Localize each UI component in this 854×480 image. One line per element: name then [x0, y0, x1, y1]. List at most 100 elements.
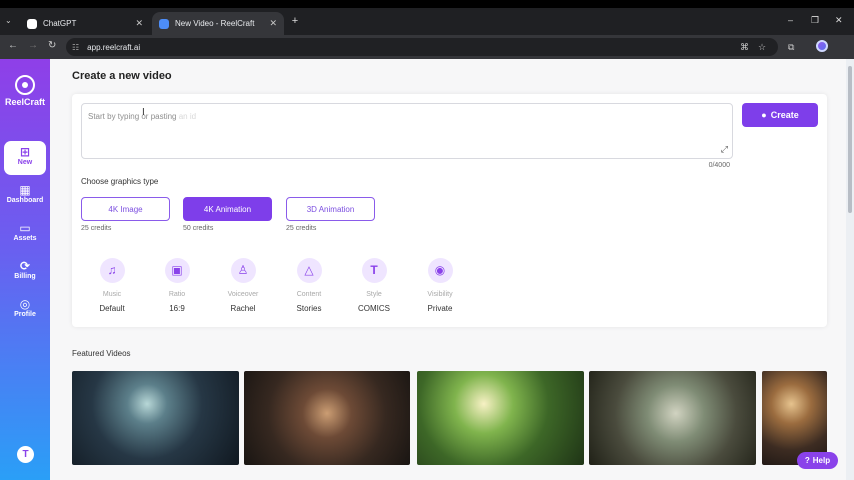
create-video-card: Start by typing or pasting an id I ⤢ ● C… — [72, 94, 827, 327]
graphics-option-4k-image[interactable]: 4K Image — [81, 197, 170, 221]
eye-icon: ◉ — [427, 258, 453, 283]
sidebar-item-label: Billing — [14, 273, 36, 280]
tab-title: ChatGPT — [43, 19, 77, 28]
page-scrollbar[interactable] — [846, 59, 854, 480]
graphics-credits: 25 credits — [286, 225, 317, 232]
graphics-credits: 50 credits — [183, 225, 214, 232]
url-text: app.reelcraft.ai — [87, 42, 141, 52]
featured-video-thumbnail[interactable] — [589, 371, 756, 465]
help-label: Help — [812, 456, 831, 465]
setting-voiceover[interactable]: ♙ Voiceover Rachel — [213, 258, 273, 313]
text-cursor-icon: I — [142, 107, 145, 118]
featured-videos-heading: Featured Videos — [72, 349, 131, 358]
sidebar-item-billing[interactable]: ⟳ Billing — [4, 255, 46, 289]
help-button[interactable]: ? Help — [797, 452, 838, 469]
extensions-puzzle-icon[interactable]: ⧉ — [788, 42, 794, 53]
setting-content[interactable]: △ Content Stories — [279, 258, 339, 313]
sidebar-item-profile[interactable]: ◎ Profile — [4, 293, 46, 327]
setting-visibility[interactable]: ◉ Visibility Private — [410, 258, 470, 313]
sidebar-item-assets[interactable]: ▭ Assets — [4, 217, 46, 251]
app-sidebar: ReelCraft ⊞ New ▦ Dashboard ▭ Assets ⟳ B… — [0, 59, 50, 480]
browser-tab-strip: ⌄ ChatGPT ✕ New Video - ReelCraft ✕ + – … — [0, 8, 854, 35]
placeholder-text: Start by typing or pasting — [88, 112, 179, 121]
character-counter: 0/4000 — [708, 162, 730, 169]
address-bar[interactable]: ☷ app.reelcraft.ai — [66, 38, 778, 56]
sidebar-item-new[interactable]: ⊞ New — [4, 141, 46, 175]
film-reel-icon: ● — [761, 110, 767, 120]
prompt-input[interactable]: Start by typing or pasting an id I ⤢ — [81, 103, 733, 159]
close-tab-icon[interactable]: ✕ — [269, 18, 277, 29]
sidebar-item-label: Dashboard — [6, 197, 44, 204]
featured-video-thumbnail[interactable] — [244, 371, 410, 465]
tab-title: New Video - ReelCraft — [175, 19, 255, 28]
create-label: Create — [770, 110, 799, 120]
setting-label: Content — [296, 291, 322, 298]
featured-video-thumbnail[interactable] — [417, 371, 584, 465]
refresh-icon: ⟳ — [19, 259, 31, 273]
setting-label: Visibility — [427, 291, 453, 298]
text-style-icon: T — [361, 258, 387, 283]
close-tab-icon[interactable]: ✕ — [135, 18, 143, 29]
password-key-icon[interactable]: ⌘ — [740, 42, 749, 53]
setting-value: Default — [99, 304, 125, 313]
reel-logo-icon — [15, 75, 35, 95]
featured-video-thumbnail[interactable] — [72, 371, 239, 465]
browser-tab-chatgpt[interactable]: ChatGPT ✕ — [20, 12, 150, 35]
setting-value: COMICS — [358, 304, 390, 313]
graphics-credits: 25 credits — [81, 225, 112, 232]
setting-value: Private — [427, 304, 453, 313]
setting-label: Ratio — [168, 291, 186, 298]
sidebar-item-label: Assets — [13, 235, 37, 242]
placeholder-faded-text: an id — [178, 112, 197, 121]
close-window-icon[interactable]: ✕ — [835, 15, 843, 26]
back-arrow-icon[interactable]: ← — [8, 40, 18, 51]
featured-video-thumbnail[interactable] — [762, 371, 827, 465]
graphics-option-label: 4K Animation — [203, 204, 252, 214]
restore-window-icon[interactable]: ❐ — [811, 15, 819, 26]
site-settings-icon[interactable]: ☷ — [72, 43, 79, 52]
page-title: Create a new video — [72, 70, 172, 82]
sidebar-item-dashboard[interactable]: ▦ Dashboard — [4, 179, 46, 213]
setting-label: Music — [102, 291, 122, 298]
reload-icon[interactable]: ↻ — [48, 40, 56, 51]
graphics-option-3d-animation[interactable]: 3D Animation — [286, 197, 375, 221]
setting-value: Rachel — [230, 304, 256, 313]
tab-search-chevron-icon[interactable]: ⌄ — [5, 16, 12, 25]
graphics-option-label: 3D Animation — [306, 204, 355, 214]
setting-style[interactable]: T Style COMICS — [344, 258, 404, 313]
brand-logo[interactable]: ReelCraft — [0, 75, 50, 107]
top-black-bar — [0, 0, 854, 8]
sidebar-item-label: Profile — [14, 311, 36, 318]
setting-value: Stories — [296, 304, 322, 313]
setting-value: 16:9 — [169, 304, 185, 313]
browser-toolbar: ← → ↻ ☷ app.reelcraft.ai ⌘ ☆ ⧉ — [0, 35, 854, 59]
minimize-window-icon[interactable]: – — [788, 15, 793, 25]
browser-profile-avatar[interactable] — [816, 40, 828, 52]
film-icon: ▣ — [164, 258, 190, 283]
setting-music[interactable]: ♫ Music Default — [82, 258, 142, 313]
graphics-option-label: 4K Image — [108, 204, 143, 214]
setting-ratio[interactable]: ▣ Ratio 16:9 — [147, 258, 207, 313]
create-button[interactable]: ● Create — [742, 103, 818, 127]
music-note-icon: ♫ — [99, 258, 125, 283]
user-avatar[interactable]: T — [17, 446, 34, 463]
main-content: Create a new video Start by typing or pa… — [50, 59, 846, 480]
microphone-icon: ♙ — [230, 258, 256, 283]
new-tab-plus-icon[interactable]: + — [289, 16, 301, 28]
graphics-type-heading: Choose graphics type — [81, 177, 159, 186]
bookmark-star-icon[interactable]: ☆ — [758, 42, 766, 53]
folder-icon: ▭ — [19, 221, 31, 235]
scrollbar-thumb[interactable] — [848, 66, 852, 213]
forward-arrow-icon[interactable]: → — [28, 40, 38, 51]
sidebar-item-label: New — [17, 159, 33, 166]
reelcraft-favicon-icon — [159, 18, 169, 29]
chatgpt-favicon-icon — [27, 18, 37, 29]
brand-name: ReelCraft — [4, 97, 45, 107]
plus-square-icon: ⊞ — [19, 145, 31, 159]
grid-icon: ▦ — [19, 183, 31, 197]
expand-icon[interactable]: ⤢ — [721, 144, 728, 155]
setting-label: Style — [366, 291, 382, 298]
browser-tab-reelcraft[interactable]: New Video - ReelCraft ✕ — [152, 12, 284, 35]
graphics-option-4k-animation[interactable]: 4K Animation — [183, 197, 272, 221]
shapes-icon: △ — [296, 258, 322, 283]
